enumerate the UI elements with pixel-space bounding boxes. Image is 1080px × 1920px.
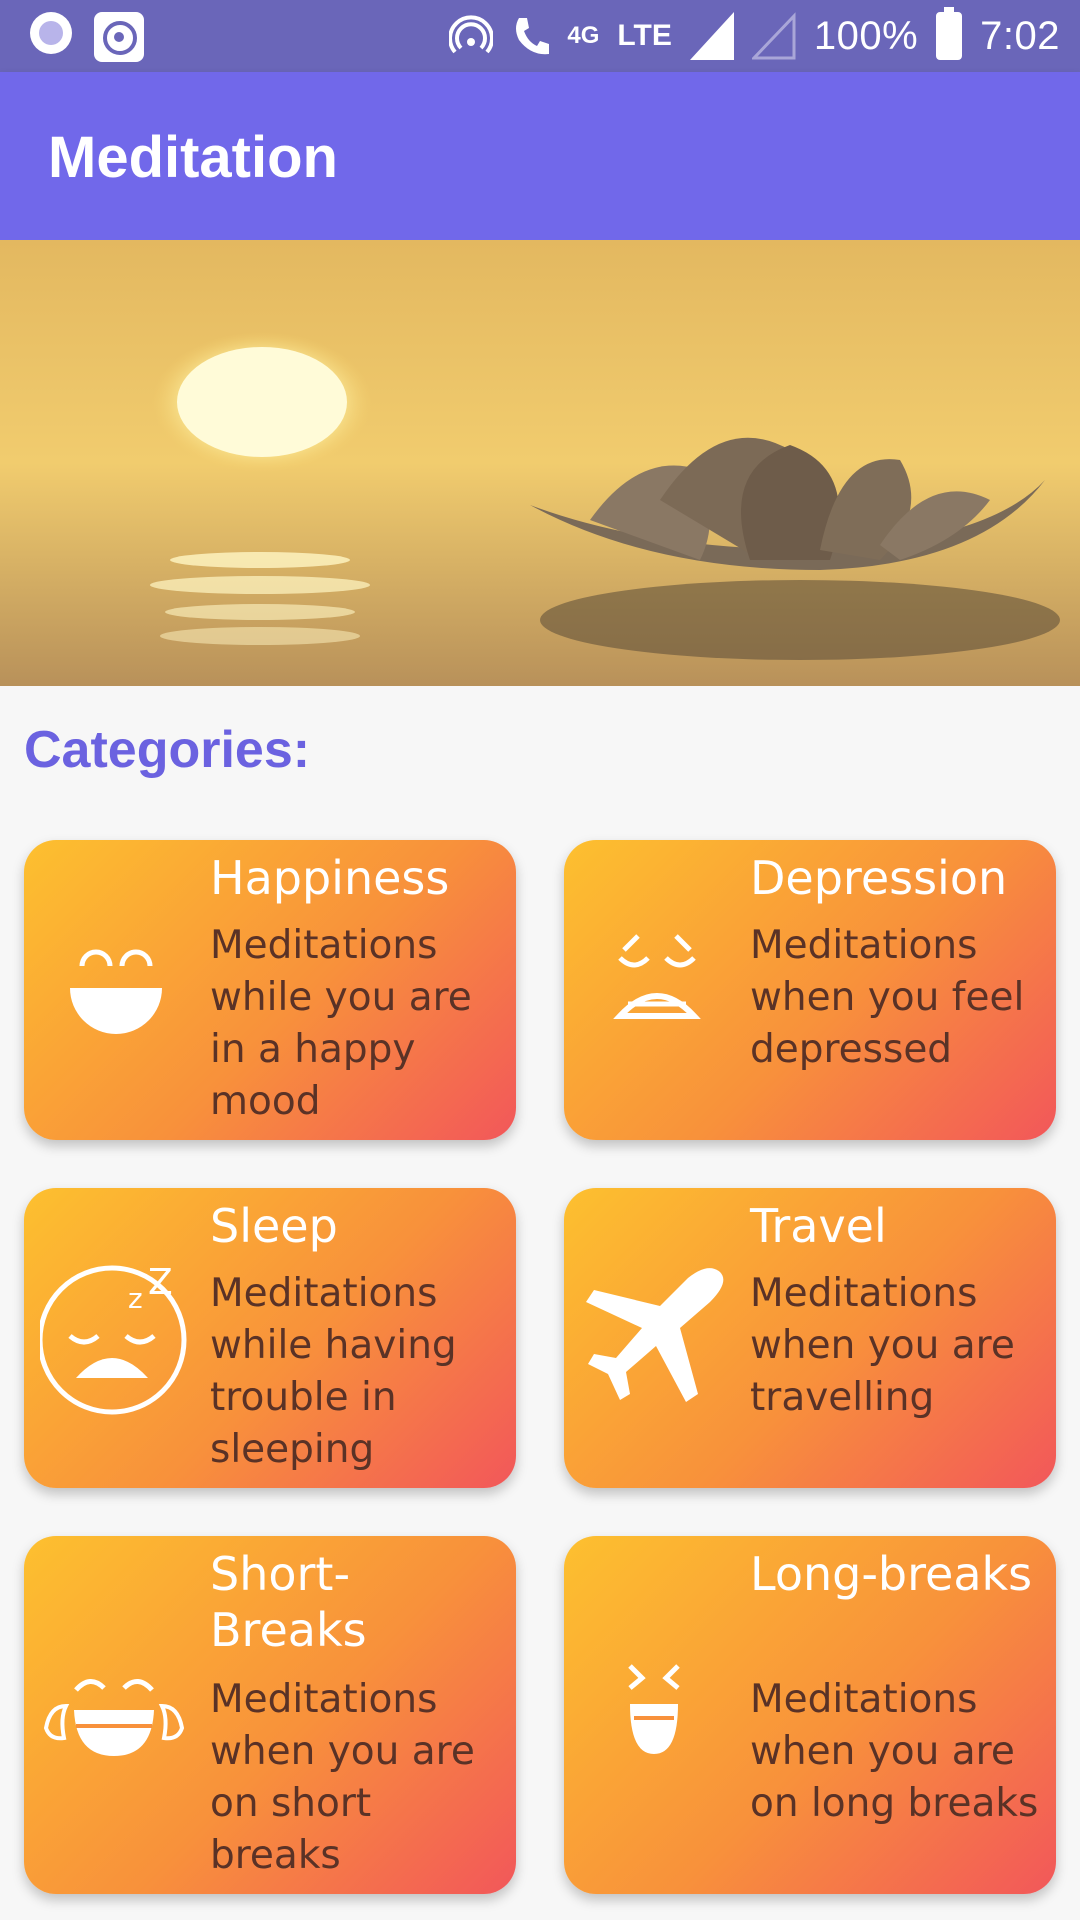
svg-text:Z: Z	[148, 1262, 173, 1303]
notification-circle-icon	[30, 12, 72, 54]
category-card-long-breaks[interactable]: Long-breaks Meditations when you are on …	[564, 1536, 1056, 1894]
sad-face-icon	[613, 934, 701, 1019]
category-card-travel[interactable]: Travel Meditations when you are travelli…	[564, 1188, 1056, 1488]
laughing-tears-icon	[43, 1679, 185, 1756]
network-4g-label: 4G	[567, 22, 600, 49]
card-title: Sleep	[210, 1199, 338, 1253]
category-card-sleep[interactable]: z Z Sleep Meditations while having troub…	[24, 1188, 516, 1488]
signal-empty-icon	[751, 12, 796, 60]
hotspot-icon	[449, 15, 494, 54]
sleeping-face-icon: z Z	[40, 1262, 187, 1415]
card-description: Meditations while having trouble in slee…	[210, 1271, 457, 1472]
status-bar: 4G LTE 100% 7:02	[0, 0, 1080, 72]
card-title: Long-breaks	[750, 1547, 1033, 1601]
card-description: Meditations when you are travelling	[750, 1271, 1015, 1420]
categories-heading: Categories:	[24, 721, 311, 779]
svg-text:z: z	[128, 1282, 143, 1315]
card-title: Happiness	[210, 851, 450, 905]
network-lte-label: LTE	[617, 19, 672, 52]
battery-percent: 100%	[813, 13, 919, 58]
signal-full-icon	[689, 12, 734, 60]
card-title: Depression	[750, 851, 1008, 905]
app-bar: Meditation	[0, 72, 1080, 240]
smile-icon	[70, 949, 162, 1034]
clock: 7:02	[980, 13, 1060, 58]
category-card-short-breaks[interactable]: Short-Breaks Meditations when you are on…	[24, 1536, 516, 1894]
category-card-depression[interactable]: Depression Meditations when you feel dep…	[564, 840, 1056, 1140]
page-title: Meditation	[48, 125, 338, 190]
card-description: Meditations while you are in a happy moo…	[210, 923, 472, 1124]
airplane-icon	[586, 1268, 724, 1402]
category-card-happiness[interactable]: Happiness Meditations while you are in a…	[24, 840, 516, 1140]
card-description: Meditations when you are on short breaks	[210, 1677, 475, 1878]
call-icon	[516, 18, 550, 55]
card-title: Short-Breaks	[210, 1547, 367, 1657]
card-description: Meditations when you are on long breaks	[750, 1677, 1039, 1826]
card-description: Meditations when you feel depressed	[750, 923, 1025, 1072]
grin-icon	[628, 1664, 680, 1754]
card-title: Travel	[750, 1199, 887, 1253]
battery-icon	[936, 7, 963, 60]
media-app-icon	[94, 12, 144, 62]
hero-banner-image	[0, 240, 1080, 686]
